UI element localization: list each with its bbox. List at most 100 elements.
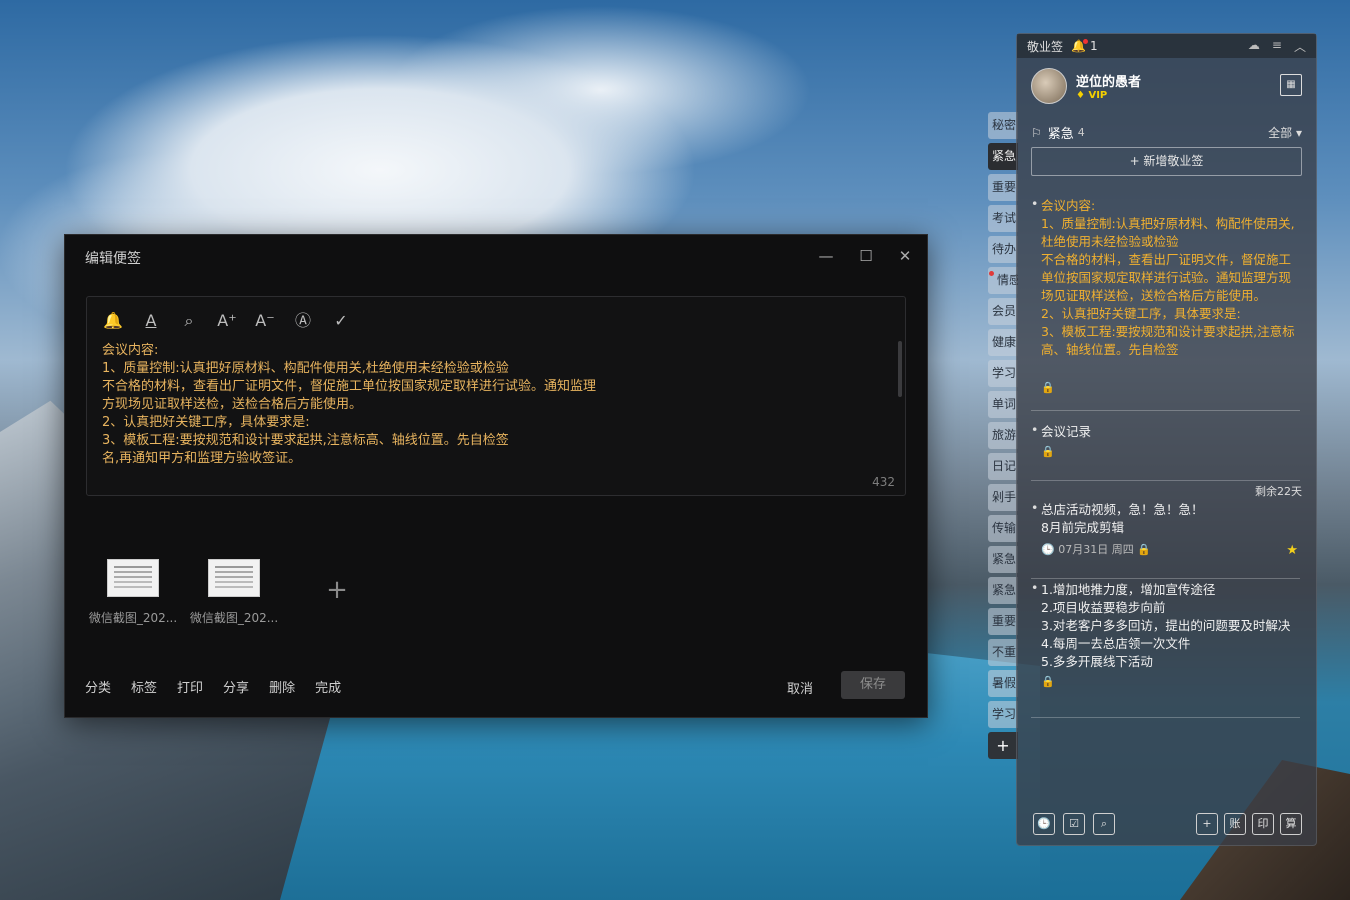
tab-emotion[interactable]: 情感 xyxy=(988,267,1018,294)
note-text: 1.增加地推力度，增加宣传途径 2.项目收益要稳步向前 3.对老客户多多回访，提… xyxy=(1031,579,1300,671)
editor-actions: 分类 标签 打印 分享 删除 完成 xyxy=(85,677,341,696)
tab-exam[interactable]: 考试 xyxy=(988,205,1018,232)
tab-label: 紧急 xyxy=(992,149,1017,163)
tab-label: 剁手 xyxy=(992,490,1017,504)
collapse-icon[interactable]: ︿ xyxy=(1294,38,1306,55)
divider xyxy=(1031,717,1300,718)
calculator-icon[interactable]: 算 xyxy=(1280,813,1302,835)
account-icon[interactable]: 账 xyxy=(1224,813,1246,835)
category-header: ⚐ 紧急 4 全部 ▾ xyxy=(1031,123,1302,143)
user-profile[interactable]: 逆位的愚者 ♦ VIP xyxy=(1031,68,1141,104)
check-icon[interactable]: ✓ xyxy=(329,309,353,333)
note-text: 会议内容: 1、质量控制:认真把好原材料、构配件使用关,杜绝使用未经检验或检验 … xyxy=(1031,197,1300,377)
cancel-button[interactable]: 取消 xyxy=(787,678,813,697)
tab-travel[interactable]: 旅游 xyxy=(988,422,1018,449)
share-link[interactable]: 分享 xyxy=(223,677,249,696)
tab-secret[interactable]: 秘密 xyxy=(988,112,1018,139)
calendar-icon[interactable]: ▦ xyxy=(1280,74,1302,96)
cloud-sync-icon[interactable]: ☁ xyxy=(1248,38,1260,55)
new-note-button[interactable]: + 新增敬业签 xyxy=(1031,147,1302,176)
notification-count: 1 xyxy=(1089,39,1098,53)
tab-not-important[interactable]: 不重 xyxy=(988,639,1018,666)
scrollbar[interactable] xyxy=(898,341,902,397)
tab-important-2[interactable]: 重要 xyxy=(988,608,1018,635)
search-icon[interactable]: ⌕ xyxy=(1093,813,1115,835)
tab-urgent[interactable]: 紧急 xyxy=(988,143,1018,170)
task-check-icon[interactable]: ☑ xyxy=(1063,813,1085,835)
category-count: 4 xyxy=(1077,126,1085,139)
panel-bottom-bar: 🕒 ☑ ⌕ + 账 印 算 xyxy=(1033,813,1302,835)
tab-label: 单词 xyxy=(992,397,1017,411)
auto-format-icon[interactable]: Ⓐ xyxy=(291,309,315,333)
attachment-filename: 微信截图_202... xyxy=(189,611,279,625)
tab-words[interactable]: 单词 xyxy=(988,391,1018,418)
bookmark-icon: ⚐ xyxy=(1031,125,1042,140)
note-card[interactable]: 1.增加地推力度，增加宣传途径 2.项目收益要稳步向前 3.对老客户多多回访，提… xyxy=(1031,579,1300,718)
add-category-button[interactable]: + xyxy=(988,732,1018,759)
note-editor[interactable]: 🔔 A ⌕ A⁺ A⁻ Ⓐ ✓ 会议内容: 1、质量控制:认真把好原材料、构配件… xyxy=(86,296,906,496)
tab-label: 健康 xyxy=(992,335,1017,349)
tab-urgent-3[interactable]: 紧急 xyxy=(988,577,1018,604)
tab-important[interactable]: 重要 xyxy=(988,174,1018,201)
tab-urgent-2[interactable]: 紧急 xyxy=(988,546,1018,573)
tab-label: 秘密 xyxy=(992,118,1017,132)
delete-link[interactable]: 删除 xyxy=(269,677,295,696)
tab-label: 日记 xyxy=(992,459,1017,473)
lock-icon: 🔒 xyxy=(1041,445,1055,458)
due-date: 🕒 07月31日 周四 🔒 xyxy=(1041,543,1151,556)
username: 逆位的愚者 xyxy=(1076,75,1142,90)
bell-icon[interactable]: 🔔 xyxy=(101,309,125,333)
editor-toolbar: 🔔 A ⌕ A⁺ A⁻ Ⓐ ✓ xyxy=(101,309,353,333)
divider xyxy=(1031,410,1300,411)
tab-transfer[interactable]: 传输 xyxy=(988,515,1018,542)
attachment-item[interactable]: 微信截图_202... xyxy=(83,559,183,626)
font-smaller-icon[interactable]: A⁻ xyxy=(253,309,277,333)
tab-label: 重要 xyxy=(992,614,1017,628)
note-content[interactable]: 会议内容: 1、质量控制:认真把好原材料、构配件使用关,杜绝使用未经检验或检验 … xyxy=(102,342,622,468)
tab-label: 紧急 xyxy=(992,552,1017,566)
menu-icon[interactable]: ≡ xyxy=(1272,38,1282,55)
filter-dropdown[interactable]: 全部 ▾ xyxy=(1268,124,1302,141)
tab-study-2[interactable]: 学习 xyxy=(988,701,1018,728)
clock-icon[interactable]: 🕒 xyxy=(1033,813,1055,835)
char-counter: 432 xyxy=(872,475,895,489)
close-icon[interactable]: ✕ xyxy=(892,245,918,267)
print-link[interactable]: 打印 xyxy=(177,677,203,696)
font-larger-icon[interactable]: A⁺ xyxy=(215,309,239,333)
print-icon[interactable]: 印 xyxy=(1252,813,1274,835)
maximize-icon[interactable]: ☐ xyxy=(853,245,879,267)
complete-link[interactable]: 完成 xyxy=(315,677,341,696)
minimize-icon[interactable]: — xyxy=(813,245,839,267)
tab-label: 学习 xyxy=(992,707,1017,721)
search-icon[interactable]: ⌕ xyxy=(177,309,201,333)
tab-todo[interactable]: 待办 xyxy=(988,236,1018,263)
window-title: 编辑便签 xyxy=(85,251,141,267)
notification-bell-icon[interactable]: 🔔 xyxy=(1071,39,1088,53)
star-icon[interactable]: ★ xyxy=(1286,543,1298,558)
note-card[interactable]: 会议内容: 1、质量控制:认真把好原材料、构配件使用关,杜绝使用未经检验或检验 … xyxy=(1031,197,1300,411)
tab-label: 紧急 xyxy=(992,583,1017,597)
category-link[interactable]: 分类 xyxy=(85,677,111,696)
tab-label: 学习 xyxy=(992,366,1017,380)
note-card[interactable]: 会议记录 🔒 xyxy=(1031,421,1300,481)
tab-label: 考试 xyxy=(992,211,1017,225)
tab-health[interactable]: 健康 xyxy=(988,329,1018,356)
avatar[interactable] xyxy=(1031,68,1067,104)
tab-summer[interactable]: 暑假 xyxy=(988,670,1018,697)
tag-link[interactable]: 标签 xyxy=(131,677,157,696)
panel-title-bar: 敬业签 🔔 1 ☁ ≡ ︿ xyxy=(1017,34,1316,58)
tab-diary[interactable]: 日记 xyxy=(988,453,1018,480)
text-color-icon[interactable]: A xyxy=(139,309,163,333)
add-icon[interactable]: + xyxy=(1196,813,1218,835)
note-card[interactable]: 总店活动视频，急！急！急！ 8月前完成剪辑 🕒 07月31日 周四 🔒 xyxy=(1031,499,1300,579)
attachment-thumbnail[interactable] xyxy=(208,559,260,597)
tab-member[interactable]: 会员 xyxy=(988,298,1018,325)
tab-shopping[interactable]: 剁手 xyxy=(988,484,1018,511)
tab-label: 会员 xyxy=(992,304,1017,318)
tab-study[interactable]: 学习 xyxy=(988,360,1018,387)
save-button[interactable]: 保存 xyxy=(841,671,905,699)
attachment-thumbnail[interactable] xyxy=(107,559,159,597)
add-attachment-button[interactable]: + xyxy=(323,575,351,605)
attachment-item[interactable]: 微信截图_202... xyxy=(184,559,284,626)
tab-label: 情感 xyxy=(997,273,1018,287)
